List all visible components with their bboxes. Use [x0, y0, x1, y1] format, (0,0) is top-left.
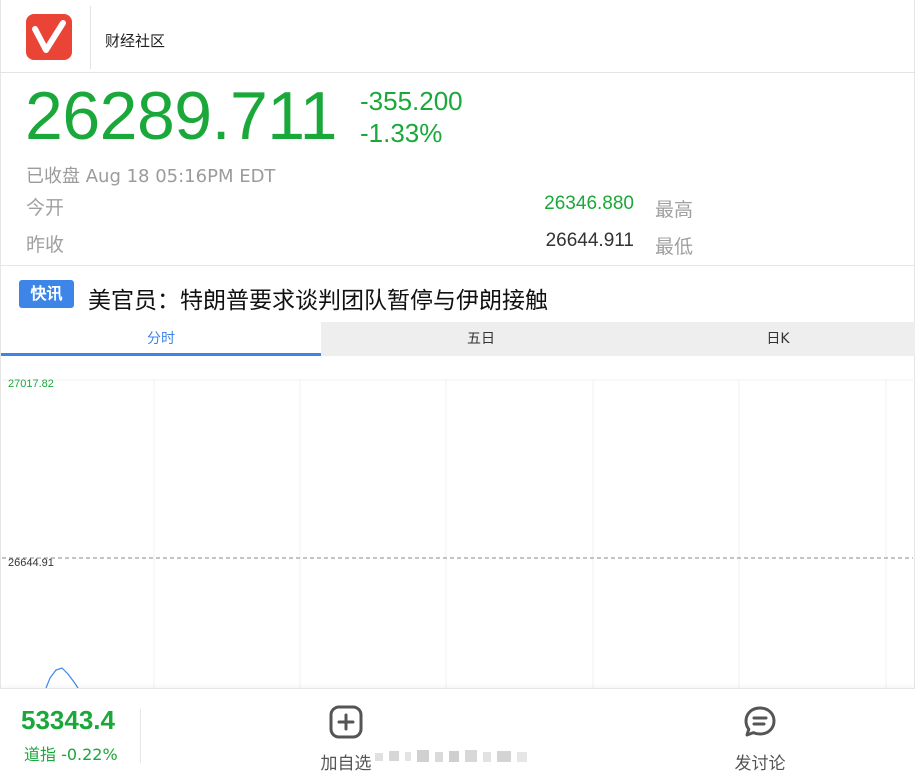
open-value: 26346.880: [544, 193, 634, 214]
site-logo[interactable]: [26, 14, 72, 60]
price-change: -355.200: [360, 86, 463, 116]
chart-gridlines: [2, 379, 913, 688]
add-watchlist-label: 加自选: [320, 754, 372, 774]
low-label: 最低: [655, 236, 694, 258]
chart-tabs: 分时 五日 日K: [1, 322, 915, 356]
header: 财经社区: [0, 0, 915, 73]
intraday-chart: [2, 379, 913, 688]
news-headline[interactable]: 美官员：特朗普要求谈判团队暂停与伊朗接触: [88, 281, 548, 315]
discuss-label: 发讨论: [734, 754, 786, 774]
open-label: 今开: [26, 197, 65, 219]
index-name[interactable]: 道指 -0.22%: [24, 741, 118, 765]
plus-square-icon: [329, 705, 363, 739]
check-logo-icon: [32, 20, 66, 53]
market-status: 已收盘 Aug 18 05:16PM EDT: [26, 166, 276, 187]
y-axis-top-label: 27017.82: [8, 378, 54, 390]
bottom-divider: [140, 709, 141, 763]
discuss-button[interactable]: 发讨论: [730, 705, 790, 774]
high-label: 最高: [655, 199, 694, 221]
bottom-bar: 53343.4 道指 -0.22% 加自选 发讨论: [0, 688, 915, 784]
last-price: 26289.711: [25, 78, 337, 154]
price-line: [45, 667, 79, 688]
tab-intraday[interactable]: 分时: [1, 322, 321, 356]
site-name[interactable]: 财经社区: [105, 30, 165, 51]
index-value[interactable]: 53343.4: [21, 705, 115, 736]
prev-close-label: 昨收: [26, 234, 65, 256]
chat-bubble-icon: [744, 706, 776, 737]
tab-five-day[interactable]: 五日: [321, 322, 641, 356]
divider: [0, 265, 915, 266]
news-badge: 快讯: [19, 280, 74, 308]
header-divider: [90, 6, 91, 69]
price-change-percent: -1.33%: [360, 118, 443, 148]
prev-close-value: 26644.911: [545, 230, 634, 251]
tab-daily-k[interactable]: 日K: [641, 322, 915, 356]
y-axis-prev-close-label: 26644.91: [8, 557, 54, 569]
add-watchlist-button[interactable]: 加自选: [316, 705, 376, 774]
blurred-text: [375, 750, 527, 762]
